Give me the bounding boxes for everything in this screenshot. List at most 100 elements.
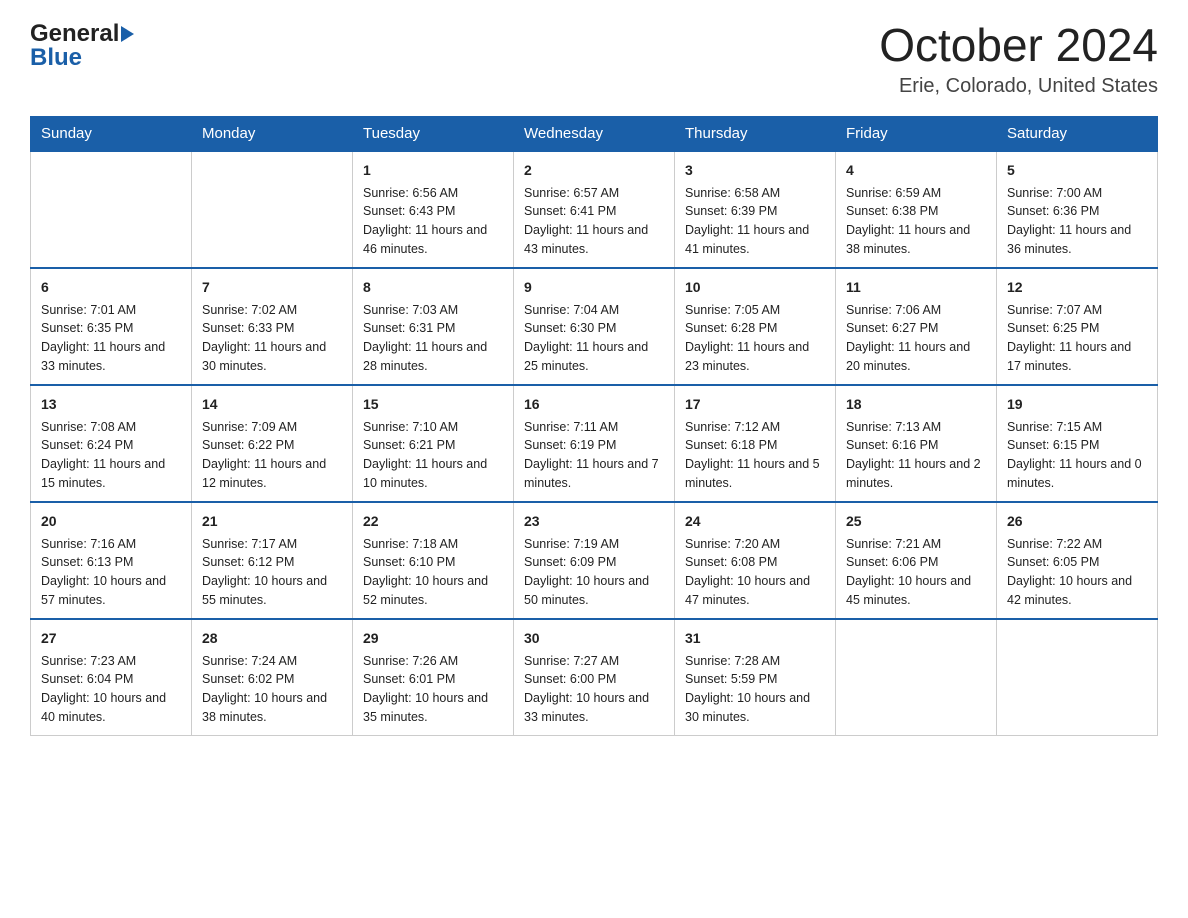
day-info: Sunrise: 6:56 AMSunset: 6:43 PMDaylight:… (363, 184, 503, 259)
calendar-cell: 12 Sunrise: 7:07 AMSunset: 6:25 PMDayligh… (997, 268, 1158, 385)
day-number: 30 (524, 628, 664, 649)
day-info: Sunrise: 7:07 AMSunset: 6:25 PMDaylight:… (1007, 301, 1147, 376)
day-number: 5 (1007, 160, 1147, 181)
logo-arrow-icon (121, 26, 134, 42)
calendar-cell: 21Sunrise: 7:17 AMSunset: 6:12 PMDayligh… (192, 502, 353, 619)
calendar-cell: 22 Sunrise: 7:18 AMSunset: 6:10 PMDayligh… (353, 502, 514, 619)
day-number: 12 (1007, 277, 1147, 298)
calendar-cell: 14 Sunrise: 7:09 AMSunset: 6:22 PMDayligh… (192, 385, 353, 502)
calendar-cell: 26 Sunrise: 7:22 AMSunset: 6:05 PMDayligh… (997, 502, 1158, 619)
day-number: 13 (41, 394, 181, 415)
calendar-cell: 17 Sunrise: 7:12 AMSunset: 6:18 PMDayligh… (675, 385, 836, 502)
day-header-tuesday: Tuesday (353, 116, 514, 151)
day-info: Sunrise: 7:22 AMSunset: 6:05 PMDaylight:… (1007, 535, 1147, 610)
day-info: Sunrise: 7:02 AMSunset: 6:33 PMDaylight:… (202, 301, 342, 376)
day-number: 29 (363, 628, 503, 649)
day-number: 14 (202, 394, 342, 415)
day-number: 9 (524, 277, 664, 298)
day-info: Sunrise: 7:06 AMSunset: 6:27 PMDaylight:… (846, 301, 986, 376)
day-header-saturday: Saturday (997, 116, 1158, 151)
logo: General Blue (30, 20, 134, 72)
day-number: 19 (1007, 394, 1147, 415)
day-number: 17 (685, 394, 825, 415)
calendar-cell: 29 Sunrise: 7:26 AMSunset: 6:01 PMDayligh… (353, 619, 514, 736)
day-number: 25 (846, 511, 986, 532)
calendar-cell: 8 Sunrise: 7:03 AMSunset: 6:31 PMDaylight… (353, 268, 514, 385)
calendar-cell: 11 Sunrise: 7:06 AMSunset: 6:27 PMDayligh… (836, 268, 997, 385)
calendar-cell: 25 Sunrise: 7:21 AMSunset: 6:06 PMDayligh… (836, 502, 997, 619)
page-header: General Blue October 2024 Erie, Colorado… (30, 20, 1158, 98)
day-number: 23 (524, 511, 664, 532)
day-info: Sunrise: 6:57 AMSunset: 6:41 PMDaylight:… (524, 184, 664, 259)
day-info: Sunrise: 7:18 AMSunset: 6:10 PMDaylight:… (363, 535, 503, 610)
day-number: 3 (685, 160, 825, 181)
day-number: 24 (685, 511, 825, 532)
day-number: 1 (363, 160, 503, 181)
day-number: 28 (202, 628, 342, 649)
day-info: Sunrise: 7:28 AMSunset: 5:59 PMDaylight:… (685, 652, 825, 727)
day-number: 31 (685, 628, 825, 649)
calendar-table: SundayMondayTuesdayWednesdayThursdayFrid… (30, 116, 1158, 736)
day-info: Sunrise: 7:10 AMSunset: 6:21 PMDaylight:… (363, 418, 503, 493)
calendar-cell: 9 Sunrise: 7:04 AMSunset: 6:30 PMDaylight… (514, 268, 675, 385)
calendar-week-row: 13 Sunrise: 7:08 AMSunset: 6:24 PMDayligh… (31, 385, 1158, 502)
day-number: 6 (41, 277, 181, 298)
logo-blue-text: Blue (30, 44, 82, 72)
day-header-friday: Friday (836, 116, 997, 151)
location-title: Erie, Colorado, United States (879, 75, 1158, 98)
day-header-monday: Monday (192, 116, 353, 151)
calendar-cell: 5Sunrise: 7:00 AMSunset: 6:36 PMDaylight… (997, 151, 1158, 268)
day-number: 26 (1007, 511, 1147, 532)
day-header-sunday: Sunday (31, 116, 192, 151)
calendar-week-row: 27 Sunrise: 7:23 AMSunset: 6:04 PMDayligh… (31, 619, 1158, 736)
day-number: 7 (202, 277, 342, 298)
calendar-cell: 23 Sunrise: 7:19 AMSunset: 6:09 PMDayligh… (514, 502, 675, 619)
calendar-cell: 18Sunrise: 7:13 AMSunset: 6:16 PMDayligh… (836, 385, 997, 502)
calendar-cell: 20 Sunrise: 7:16 AMSunset: 6:13 PMDayligh… (31, 502, 192, 619)
day-number: 27 (41, 628, 181, 649)
day-header-thursday: Thursday (675, 116, 836, 151)
calendar-cell: 3 Sunrise: 6:58 AMSunset: 6:39 PMDaylight… (675, 151, 836, 268)
calendar-cell (31, 151, 192, 268)
calendar-cell: 13 Sunrise: 7:08 AMSunset: 6:24 PMDayligh… (31, 385, 192, 502)
day-info: Sunrise: 7:19 AMSunset: 6:09 PMDaylight:… (524, 535, 664, 610)
calendar-cell: 15Sunrise: 7:10 AMSunset: 6:21 PMDayligh… (353, 385, 514, 502)
day-number: 20 (41, 511, 181, 532)
day-number: 11 (846, 277, 986, 298)
calendar-cell (192, 151, 353, 268)
calendar-cell: 1 Sunrise: 6:56 AMSunset: 6:43 PMDaylight… (353, 151, 514, 268)
day-info: Sunrise: 7:17 AMSunset: 6:12 PMDaylight:… (202, 535, 342, 610)
day-info: Sunrise: 7:23 AMSunset: 6:04 PMDaylight:… (41, 652, 181, 727)
calendar-cell (836, 619, 997, 736)
day-info: Sunrise: 6:58 AMSunset: 6:39 PMDaylight:… (685, 184, 825, 259)
day-info: Sunrise: 7:05 AMSunset: 6:28 PMDaylight:… (685, 301, 825, 376)
day-info: Sunrise: 7:16 AMSunset: 6:13 PMDaylight:… (41, 535, 181, 610)
day-number: 22 (363, 511, 503, 532)
calendar-cell: 31 Sunrise: 7:28 AMSunset: 5:59 PMDayligh… (675, 619, 836, 736)
calendar-cell: 30Sunrise: 7:27 AMSunset: 6:00 PMDayligh… (514, 619, 675, 736)
day-info: Sunrise: 6:59 AMSunset: 6:38 PMDaylight:… (846, 184, 986, 259)
day-number: 18 (846, 394, 986, 415)
day-info: Sunrise: 7:03 AMSunset: 6:31 PMDaylight:… (363, 301, 503, 376)
calendar-cell (997, 619, 1158, 736)
calendar-week-row: 6 Sunrise: 7:01 AMSunset: 6:35 PMDaylight… (31, 268, 1158, 385)
day-info: Sunrise: 7:01 AMSunset: 6:35 PMDaylight:… (41, 301, 181, 376)
calendar-cell: 24Sunrise: 7:20 AMSunset: 6:08 PMDayligh… (675, 502, 836, 619)
day-info: Sunrise: 7:04 AMSunset: 6:30 PMDaylight:… (524, 301, 664, 376)
calendar-cell: 6 Sunrise: 7:01 AMSunset: 6:35 PMDaylight… (31, 268, 192, 385)
calendar-header-row: SundayMondayTuesdayWednesdayThursdayFrid… (31, 116, 1158, 151)
day-number: 8 (363, 277, 503, 298)
day-info: Sunrise: 7:24 AMSunset: 6:02 PMDaylight:… (202, 652, 342, 727)
day-header-wednesday: Wednesday (514, 116, 675, 151)
day-info: Sunrise: 7:09 AMSunset: 6:22 PMDaylight:… (202, 418, 342, 493)
month-title: October 2024 (879, 20, 1158, 71)
day-number: 4 (846, 160, 986, 181)
day-info: Sunrise: 7:26 AMSunset: 6:01 PMDaylight:… (363, 652, 503, 727)
day-info: Sunrise: 7:08 AMSunset: 6:24 PMDaylight:… (41, 418, 181, 493)
calendar-week-row: 20 Sunrise: 7:16 AMSunset: 6:13 PMDayligh… (31, 502, 1158, 619)
day-info: Sunrise: 7:21 AMSunset: 6:06 PMDaylight:… (846, 535, 986, 610)
day-info: Sunrise: 7:12 AMSunset: 6:18 PMDaylight:… (685, 418, 825, 493)
calendar-cell: 28 Sunrise: 7:24 AMSunset: 6:02 PMDayligh… (192, 619, 353, 736)
day-info: Sunrise: 7:15 AMSunset: 6:15 PMDaylight:… (1007, 418, 1147, 493)
calendar-cell: 2Sunrise: 6:57 AMSunset: 6:41 PMDaylight… (514, 151, 675, 268)
